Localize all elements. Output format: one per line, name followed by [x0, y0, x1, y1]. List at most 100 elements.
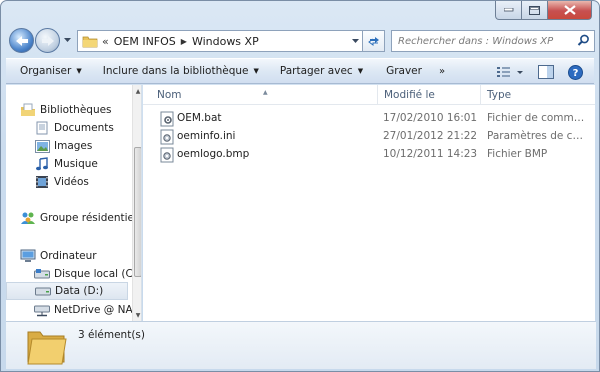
- maximize-button[interactable]: [522, 1, 548, 20]
- file-type: Fichier BMP: [487, 148, 548, 160]
- include-label: Inclure dans la bibliothèque: [102, 65, 249, 77]
- nav-item-data-drive[interactable]: Data (D:): [6, 282, 128, 300]
- file-row[interactable]: oeminfo.ini 27/01/2012 21:22 Paramètres …: [143, 129, 595, 146]
- file-row[interactable]: oemlogo.bmp 10/12/2011 14:23 Fichier BMP: [143, 147, 595, 164]
- nav-label: Data (D:): [55, 285, 104, 297]
- search-input[interactable]: [398, 35, 570, 47]
- hard-drive-icon: [34, 266, 50, 282]
- caption-buttons: [495, 1, 592, 20]
- file-name: OEM.bat: [177, 112, 222, 124]
- nav-item-netdrive[interactable]: NetDrive @ NAS: [6, 301, 139, 319]
- file-name: oemlogo.bmp: [177, 148, 250, 160]
- chevron-down-icon: [351, 39, 359, 43]
- refresh-button[interactable]: [363, 30, 385, 52]
- breadcrumb-segment[interactable]: OEM INFOS: [111, 35, 179, 48]
- nav-pane-scrollbar[interactable]: ▲ ▼: [132, 85, 141, 321]
- navigation-pane: Bibliothèques Documents Images Musique V…: [6, 85, 142, 321]
- address-bar[interactable]: « OEM INFOS ▶ Windows XP: [77, 30, 363, 52]
- arrow-right-icon: [41, 35, 54, 46]
- scroll-up-icon[interactable]: ▲: [133, 85, 141, 97]
- minimize-icon: [503, 8, 513, 12]
- file-name: oeminfo.ini: [177, 130, 236, 142]
- preview-pane-button[interactable]: [530, 59, 562, 85]
- breadcrumb-segment[interactable]: Windows XP: [189, 35, 262, 48]
- address-dropdown[interactable]: [348, 31, 362, 51]
- nav-item-local-disk[interactable]: Disque local (C:): [6, 265, 140, 283]
- breadcrumb-overflow[interactable]: «: [100, 35, 111, 48]
- view-controls: ?: [492, 59, 588, 85]
- svg-text:?: ?: [572, 68, 578, 79]
- preview-pane-icon: [538, 65, 554, 79]
- video-icon: [34, 174, 50, 190]
- column-headers: Nom ▲ Modifié le Type: [143, 85, 595, 105]
- search-box[interactable]: [391, 30, 595, 52]
- nav-label: Musique: [54, 158, 98, 170]
- recent-pages-dropdown[interactable]: [62, 34, 72, 46]
- forward-button[interactable]: [35, 28, 60, 53]
- organize-menu[interactable]: Organiser ▼: [6, 58, 91, 84]
- nav-label: Disque local (C:): [54, 268, 141, 280]
- nav-label: NetDrive @ NAS: [54, 304, 140, 316]
- help-button[interactable]: ?: [562, 59, 588, 85]
- file-list: Nom ▲ Modifié le Type OEM.bat 17/02/2010…: [143, 85, 595, 321]
- computer-icon: [20, 248, 36, 264]
- nav-label: Groupe résidentiel: [40, 212, 137, 224]
- network-drive-icon: [34, 302, 50, 318]
- burn-label: Graver: [386, 65, 422, 77]
- view-list-icon: [497, 67, 523, 77]
- nav-item-music[interactable]: Musique: [6, 155, 130, 173]
- nav-label: Bibliothèques: [40, 104, 112, 116]
- scrollbar-thumb[interactable]: [134, 147, 141, 277]
- maximize-icon: [529, 5, 540, 15]
- close-icon: [563, 5, 576, 15]
- command-bar: Organiser ▼ Inclure dans la bibliothèque ▼…: [6, 58, 594, 84]
- burn-button[interactable]: Graver: [372, 58, 431, 84]
- sort-ascending-icon: ▲: [263, 89, 268, 96]
- nav-item-videos[interactable]: Vidéos: [6, 173, 130, 191]
- include-in-library-menu[interactable]: Inclure dans la bibliothèque ▼: [91, 58, 268, 84]
- chevron-down-icon: [63, 38, 71, 42]
- help-icon: ?: [567, 64, 583, 80]
- nav-item-computer[interactable]: Ordinateur: [6, 247, 130, 265]
- hard-drive-icon: [35, 283, 51, 299]
- share-with-menu[interactable]: Partager avec ▼: [268, 58, 372, 84]
- breadcrumb-separator-icon[interactable]: ▶: [179, 37, 189, 46]
- details-pane: 3 élément(s): [6, 321, 596, 369]
- column-header-modified[interactable]: Modifié le: [377, 85, 481, 105]
- file-date: 10/12/2011 14:23: [383, 148, 478, 160]
- nav-item-images[interactable]: Images: [6, 137, 130, 155]
- chevron-down-icon: ▼: [253, 67, 259, 75]
- batch-file-icon: [159, 111, 175, 127]
- navigation-bar: « OEM INFOS ▶ Windows XP: [7, 27, 595, 55]
- chevron-down-icon: ▼: [76, 67, 82, 75]
- documents-icon: [34, 120, 50, 136]
- column-label: Nom: [157, 89, 182, 101]
- file-type: Fichier de comma...: [487, 112, 587, 124]
- folder-icon: [82, 33, 100, 49]
- column-label: Type: [487, 89, 512, 101]
- ini-file-icon: [159, 129, 175, 145]
- images-icon: [34, 138, 50, 154]
- folder-icon: [24, 324, 68, 369]
- nav-item-documents[interactable]: Documents: [6, 119, 130, 137]
- refresh-icon: [367, 37, 379, 46]
- scroll-down-icon[interactable]: ▼: [133, 309, 141, 321]
- nav-item-homegroup[interactable]: Groupe résidentiel: [6, 209, 137, 227]
- file-date: 27/01/2012 21:22: [383, 130, 478, 142]
- back-button[interactable]: [9, 28, 34, 53]
- column-header-type[interactable]: Type: [481, 85, 591, 105]
- music-note-icon: [34, 156, 50, 172]
- more-commands-button[interactable]: »: [431, 58, 453, 84]
- homegroup-icon: [20, 210, 36, 226]
- explorer-window: « OEM INFOS ▶ Windows XP Organiser ▼ Incl…: [0, 0, 600, 372]
- nav-item-libraries[interactable]: Bibliothèques: [6, 101, 130, 119]
- search-icon[interactable]: [577, 34, 590, 50]
- file-type: Paramètres de co...: [487, 130, 587, 142]
- file-row[interactable]: OEM.bat 17/02/2010 16:01 Fichier de comm…: [143, 111, 595, 128]
- close-button[interactable]: [548, 1, 592, 20]
- column-header-name[interactable]: Nom ▲: [143, 85, 377, 105]
- minimize-button[interactable]: [495, 1, 522, 20]
- nav-label: Documents: [54, 122, 114, 134]
- share-label: Partager avec: [279, 65, 353, 77]
- change-view-button[interactable]: [492, 59, 530, 85]
